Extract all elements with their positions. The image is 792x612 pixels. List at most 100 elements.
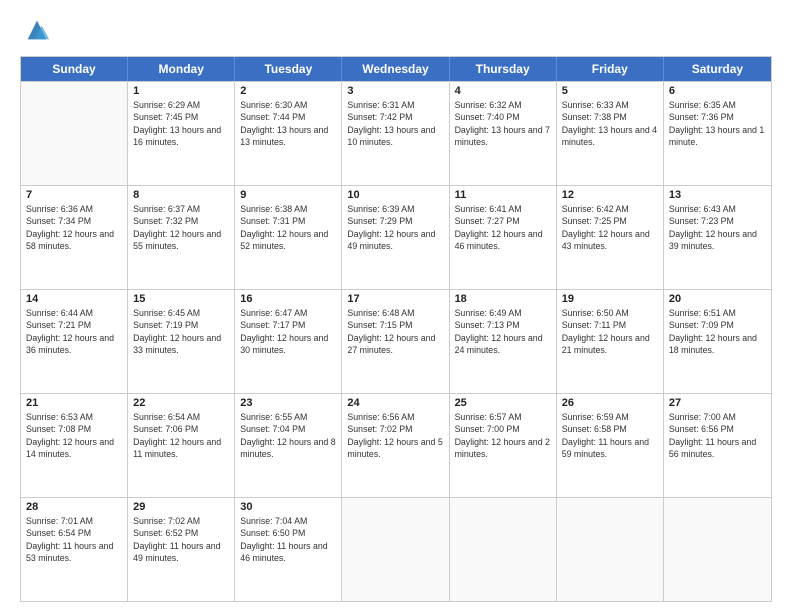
day-number: 6 (669, 85, 766, 97)
cell-info: Sunrise: 6:37 AM Sunset: 7:32 PM Dayligh… (133, 203, 229, 252)
calendar-cell: 19 Sunrise: 6:50 AM Sunset: 7:11 PM Dayli… (557, 290, 664, 393)
day-number: 10 (347, 189, 443, 201)
logo (20, 16, 51, 46)
calendar-cell (21, 82, 128, 185)
calendar-cell: 25 Sunrise: 6:57 AM Sunset: 7:00 PM Dayli… (450, 394, 557, 497)
calendar-cell: 6 Sunrise: 6:35 AM Sunset: 7:36 PM Daylig… (664, 82, 771, 185)
cell-info: Sunrise: 6:48 AM Sunset: 7:15 PM Dayligh… (347, 307, 443, 356)
calendar-cell (664, 498, 771, 601)
calendar-cell (557, 498, 664, 601)
calendar-row-3: 21Sunrise: 6:53 AM Sunset: 7:08 PM Dayli… (21, 393, 771, 497)
cell-info: Sunrise: 6:44 AM Sunset: 7:21 PM Dayligh… (26, 307, 122, 356)
cell-info: Sunrise: 6:30 AM Sunset: 7:44 PM Dayligh… (240, 99, 336, 148)
calendar-cell: 2 Sunrise: 6:30 AM Sunset: 7:44 PM Daylig… (235, 82, 342, 185)
day-number: 5 (562, 85, 658, 97)
cell-info: Sunrise: 6:54 AM Sunset: 7:06 PM Dayligh… (133, 411, 229, 460)
calendar-cell: 3 Sunrise: 6:31 AM Sunset: 7:42 PM Daylig… (342, 82, 449, 185)
calendar-cell: 4 Sunrise: 6:32 AM Sunset: 7:40 PM Daylig… (450, 82, 557, 185)
cell-info: Sunrise: 6:41 AM Sunset: 7:27 PM Dayligh… (455, 203, 551, 252)
day-number: 9 (240, 189, 336, 201)
day-number: 17 (347, 293, 443, 305)
calendar-header: SundayMondayTuesdayWednesdayThursdayFrid… (21, 57, 771, 81)
cell-info: Sunrise: 6:32 AM Sunset: 7:40 PM Dayligh… (455, 99, 551, 148)
cell-info: Sunrise: 6:35 AM Sunset: 7:36 PM Dayligh… (669, 99, 766, 148)
cell-info: Sunrise: 7:04 AM Sunset: 6:50 PM Dayligh… (240, 515, 336, 564)
day-number: 7 (26, 189, 122, 201)
header-day-monday: Monday (128, 57, 235, 81)
calendar-body: 1 Sunrise: 6:29 AM Sunset: 7:45 PM Daylig… (21, 81, 771, 601)
day-number: 8 (133, 189, 229, 201)
cell-info: Sunrise: 6:59 AM Sunset: 6:58 PM Dayligh… (562, 411, 658, 460)
day-number: 18 (455, 293, 551, 305)
day-number: 30 (240, 501, 336, 513)
day-number: 25 (455, 397, 551, 409)
day-number: 3 (347, 85, 443, 97)
calendar-cell: 10 Sunrise: 6:39 AM Sunset: 7:29 PM Dayli… (342, 186, 449, 289)
day-number: 20 (669, 293, 766, 305)
day-number: 16 (240, 293, 336, 305)
cell-info: Sunrise: 7:00 AM Sunset: 6:56 PM Dayligh… (669, 411, 766, 460)
cell-info: Sunrise: 6:42 AM Sunset: 7:25 PM Dayligh… (562, 203, 658, 252)
calendar-cell (342, 498, 449, 601)
calendar-cell: 24 Sunrise: 6:56 AM Sunset: 7:02 PM Dayli… (342, 394, 449, 497)
day-number: 1 (133, 85, 229, 97)
cell-info: Sunrise: 6:47 AM Sunset: 7:17 PM Dayligh… (240, 307, 336, 356)
calendar-cell: 29 Sunrise: 7:02 AM Sunset: 6:52 PM Dayli… (128, 498, 235, 601)
header-day-tuesday: Tuesday (235, 57, 342, 81)
calendar-cell: 5 Sunrise: 6:33 AM Sunset: 7:38 PM Daylig… (557, 82, 664, 185)
day-number: 27 (669, 397, 766, 409)
calendar-cell: 9 Sunrise: 6:38 AM Sunset: 7:31 PM Daylig… (235, 186, 342, 289)
cell-info: Sunrise: 6:45 AM Sunset: 7:19 PM Dayligh… (133, 307, 229, 356)
calendar-row-4: 28 Sunrise: 7:01 AM Sunset: 6:54 PM Dayli… (21, 497, 771, 601)
calendar-cell (450, 498, 557, 601)
cell-info: Sunrise: 6:33 AM Sunset: 7:38 PM Dayligh… (562, 99, 658, 148)
cell-info: Sunrise: 6:50 AM Sunset: 7:11 PM Dayligh… (562, 307, 658, 356)
cell-info: Sunrise: 6:43 AM Sunset: 7:23 PM Dayligh… (669, 203, 766, 252)
header-day-sunday: Sunday (21, 57, 128, 81)
calendar-cell: 26 Sunrise: 6:59 AM Sunset: 6:58 PM Dayli… (557, 394, 664, 497)
cell-info: Sunrise: 7:02 AM Sunset: 6:52 PM Dayligh… (133, 515, 229, 564)
calendar-cell: 17 Sunrise: 6:48 AM Sunset: 7:15 PM Dayli… (342, 290, 449, 393)
cell-info: Sunrise: 6:57 AM Sunset: 7:00 PM Dayligh… (455, 411, 551, 460)
day-number: 4 (455, 85, 551, 97)
calendar-cell: 11 Sunrise: 6:41 AM Sunset: 7:27 PM Dayli… (450, 186, 557, 289)
calendar-row-1: 7 Sunrise: 6:36 AM Sunset: 7:34 PM Daylig… (21, 185, 771, 289)
header-day-thursday: Thursday (450, 57, 557, 81)
day-number: 23 (240, 397, 336, 409)
day-number: 28 (26, 501, 122, 513)
calendar-cell: 30 Sunrise: 7:04 AM Sunset: 6:50 PM Dayli… (235, 498, 342, 601)
calendar-cell: 12Sunrise: 6:42 AM Sunset: 7:25 PM Dayli… (557, 186, 664, 289)
cell-info: Sunrise: 6:53 AM Sunset: 7:08 PM Dayligh… (26, 411, 122, 460)
cell-info: Sunrise: 6:31 AM Sunset: 7:42 PM Dayligh… (347, 99, 443, 148)
day-number: 26 (562, 397, 658, 409)
day-number: 24 (347, 397, 443, 409)
cell-info: Sunrise: 6:39 AM Sunset: 7:29 PM Dayligh… (347, 203, 443, 252)
calendar-cell: 1 Sunrise: 6:29 AM Sunset: 7:45 PM Daylig… (128, 82, 235, 185)
calendar: SundayMondayTuesdayWednesdayThursdayFrid… (20, 56, 772, 602)
calendar-cell: 21Sunrise: 6:53 AM Sunset: 7:08 PM Dayli… (21, 394, 128, 497)
day-number: 19 (562, 293, 658, 305)
logo-icon (23, 16, 51, 44)
day-number: 14 (26, 293, 122, 305)
calendar-cell: 23Sunrise: 6:55 AM Sunset: 7:04 PM Dayli… (235, 394, 342, 497)
day-number: 11 (455, 189, 551, 201)
cell-info: Sunrise: 6:38 AM Sunset: 7:31 PM Dayligh… (240, 203, 336, 252)
day-number: 29 (133, 501, 229, 513)
calendar-cell: 14 Sunrise: 6:44 AM Sunset: 7:21 PM Dayli… (21, 290, 128, 393)
header-day-wednesday: Wednesday (342, 57, 449, 81)
cell-info: Sunrise: 6:36 AM Sunset: 7:34 PM Dayligh… (26, 203, 122, 252)
cell-info: Sunrise: 7:01 AM Sunset: 6:54 PM Dayligh… (26, 515, 122, 564)
calendar-cell: 16 Sunrise: 6:47 AM Sunset: 7:17 PM Dayli… (235, 290, 342, 393)
calendar-cell: 15Sunrise: 6:45 AM Sunset: 7:19 PM Dayli… (128, 290, 235, 393)
header-day-friday: Friday (557, 57, 664, 81)
cell-info: Sunrise: 6:29 AM Sunset: 7:45 PM Dayligh… (133, 99, 229, 148)
day-number: 2 (240, 85, 336, 97)
cell-info: Sunrise: 6:56 AM Sunset: 7:02 PM Dayligh… (347, 411, 443, 460)
day-number: 22 (133, 397, 229, 409)
calendar-cell: 7 Sunrise: 6:36 AM Sunset: 7:34 PM Daylig… (21, 186, 128, 289)
calendar-cell: 27 Sunrise: 7:00 AM Sunset: 6:56 PM Dayli… (664, 394, 771, 497)
calendar-cell: 20Sunrise: 6:51 AM Sunset: 7:09 PM Dayli… (664, 290, 771, 393)
calendar-cell: 13Sunrise: 6:43 AM Sunset: 7:23 PM Dayli… (664, 186, 771, 289)
calendar-cell: 28 Sunrise: 7:01 AM Sunset: 6:54 PM Dayli… (21, 498, 128, 601)
calendar-cell: 22 Sunrise: 6:54 AM Sunset: 7:06 PM Dayli… (128, 394, 235, 497)
